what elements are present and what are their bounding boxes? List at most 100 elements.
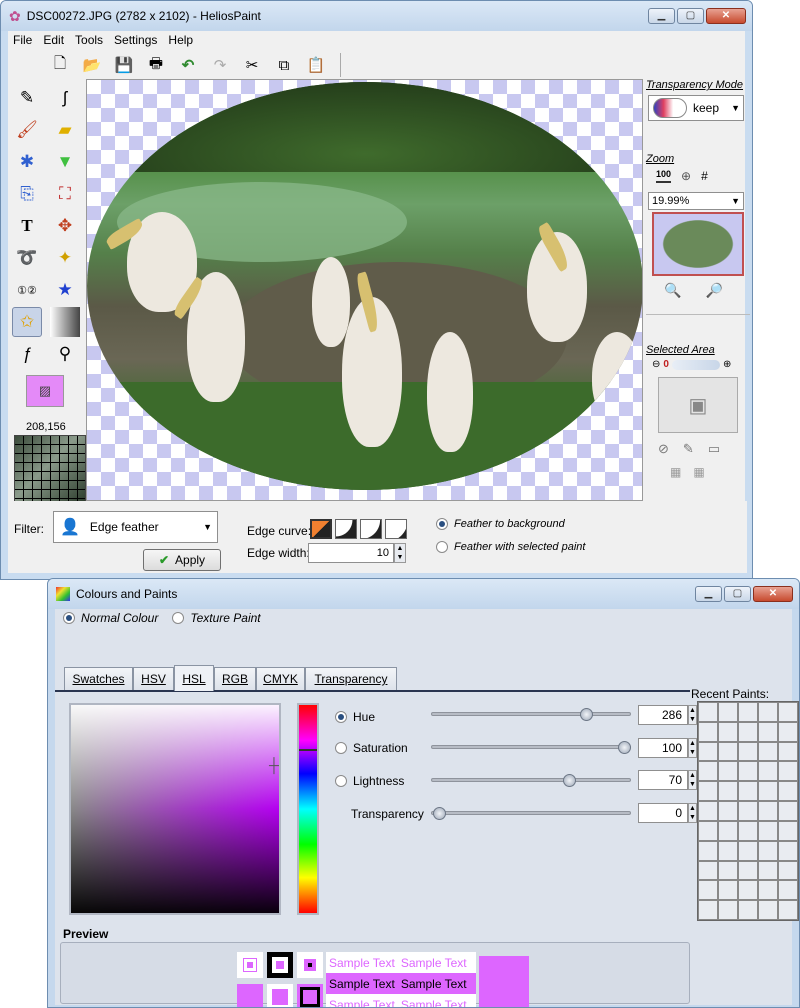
hue-bar[interactable] [297, 703, 319, 915]
feather-zero-icon[interactable]: 0 [663, 359, 669, 370]
hue-slider-track[interactable] [431, 712, 631, 716]
select-move-tool-icon[interactable]: ✥ [50, 211, 80, 241]
lightness-slider-knob[interactable] [563, 774, 576, 787]
lightness-value-input[interactable]: 70 [638, 770, 688, 790]
cut-icon[interactable]: ✂ [240, 53, 264, 77]
menu-edit[interactable]: Edit [43, 33, 64, 47]
paste-icon[interactable]: 📋 [304, 53, 328, 77]
hue-slider-knob[interactable] [580, 708, 593, 721]
colours-close-button[interactable]: ✕ [753, 586, 793, 602]
edge-curve-convex-icon[interactable] [360, 519, 382, 539]
highlighter-tool-icon[interactable]: ▼ [50, 147, 80, 177]
tab-cmyk[interactable]: CMYK [256, 667, 305, 690]
eyedropper-tool-icon[interactable]: ⚲ [50, 339, 80, 369]
edge-width-spinner[interactable]: ▲ ▼ [394, 543, 406, 563]
zoom-in-icon[interactable]: 🔍 [664, 282, 681, 299]
saturation-radio[interactable] [335, 742, 347, 754]
maximize-button[interactable]: ▢ [677, 8, 704, 24]
gradient-tool-icon[interactable] [50, 307, 80, 337]
print-icon[interactable]: 🖶 [144, 53, 168, 77]
gradient-star-tool-icon[interactable]: ✩ [12, 307, 42, 337]
saturation-value-input[interactable]: 100 [638, 738, 688, 758]
grid-icon[interactable]: # [701, 169, 708, 183]
feather-increase-icon[interactable]: ⊕ [723, 359, 731, 370]
selection-edit-icon[interactable]: ✎ [683, 441, 694, 457]
tab-transparency[interactable]: Transparency [305, 667, 397, 690]
selected-area-heading: Selected Area [646, 344, 715, 356]
hue-radio[interactable] [335, 711, 347, 723]
curve-tool-icon[interactable]: ʃ [50, 83, 80, 113]
menu-settings[interactable]: Settings [114, 33, 157, 47]
selection-clear-icon[interactable]: ▭ [708, 441, 720, 457]
tab-swatches[interactable]: Swatches [64, 667, 133, 690]
copy-icon[interactable]: ⧉ [272, 53, 296, 77]
transparency-slider-track[interactable] [431, 811, 631, 815]
zoom-out-icon[interactable]: 🔎 [705, 282, 722, 299]
new-icon[interactable]: 🗋 [48, 53, 72, 77]
number-tool-icon[interactable]: ①② [12, 275, 42, 305]
open-icon[interactable]: 📂 [80, 53, 104, 77]
selection-invert-icon[interactable]: ⊘ [658, 441, 669, 457]
colours-maximize-button[interactable]: ▢ [724, 586, 751, 602]
undo-icon[interactable]: ↶ [176, 53, 200, 77]
pencil-tool-icon[interactable]: ✎ [12, 83, 42, 113]
lightness-slider-track[interactable] [431, 778, 631, 782]
selection-paste-icon[interactable]: ▦ [693, 465, 704, 479]
menu-file[interactable]: File [13, 33, 32, 47]
transparency-slider-knob[interactable] [433, 807, 446, 820]
brush-tool-icon[interactable]: 🖌 [12, 115, 42, 145]
hue-value-input[interactable]: 286 [638, 705, 688, 725]
edge-width-input[interactable]: 10 [308, 543, 394, 563]
close-button[interactable]: ✕ [706, 8, 746, 24]
save-icon[interactable]: 💾 [112, 53, 136, 77]
magic-wand-icon[interactable]: ✦ [50, 243, 80, 273]
fill-tool-icon[interactable]: ⛶ [50, 179, 80, 209]
image-canvas[interactable] [86, 79, 643, 501]
zoom-100-icon[interactable]: 100 [656, 169, 672, 183]
menu-help[interactable]: Help [168, 33, 193, 47]
selection-copy-icon[interactable]: ▦ [670, 465, 681, 479]
lightness-radio[interactable] [335, 775, 347, 787]
transparency-spinner[interactable]: ▲ ▼ [688, 803, 697, 823]
saturation-spinner[interactable]: ▲ ▼ [688, 738, 697, 758]
edge-curve-linear-icon[interactable] [310, 519, 332, 539]
eraser-tool-icon[interactable]: ▰ [50, 115, 80, 145]
fit-to-window-icon[interactable]: ⊕ [681, 169, 691, 183]
saturation-slider-track[interactable] [431, 745, 631, 749]
zoom-select[interactable]: 19.99% ▼ [648, 192, 744, 210]
colours-minimize-button[interactable]: ▁ [695, 586, 722, 602]
texture-paint-radio[interactable] [172, 612, 185, 624]
feather-paint-radio[interactable] [436, 541, 448, 553]
feather-background-radio[interactable] [436, 518, 448, 530]
current-paint-swatch[interactable]: ▨ [26, 375, 64, 407]
clone-tool-icon[interactable]: ⎘ [12, 179, 42, 209]
saturation-slider-knob[interactable] [618, 741, 631, 754]
redo-icon[interactable]: ↷ [208, 53, 232, 77]
tab-rgb[interactable]: RGB [214, 667, 256, 690]
recent-paints-grid[interactable] [697, 701, 799, 921]
spray-tool-icon[interactable]: ✱ [12, 147, 42, 177]
transparency-mode-icon [653, 98, 687, 118]
apply-button[interactable]: ✔ Apply [143, 549, 221, 571]
filter-tool-icon[interactable]: ƒ [12, 339, 42, 369]
tab-hsl[interactable]: HSL [174, 665, 214, 691]
edge-curve-sharp-icon[interactable] [385, 519, 407, 539]
shapes-tool-icon[interactable]: ★ [50, 275, 80, 305]
transparency-value-input[interactable]: 0 [638, 803, 688, 823]
hue-spinner[interactable]: ▲ ▼ [688, 705, 697, 725]
filter-select[interactable]: 👤 Edge feather ▼ [53, 511, 218, 543]
minimize-button[interactable]: ▁ [648, 8, 675, 24]
normal-colour-radio[interactable] [63, 612, 75, 624]
saturation-lightness-picker[interactable]: ┼ [69, 703, 281, 915]
edge-curve-concave-icon[interactable] [335, 519, 357, 539]
menu-tools[interactable]: Tools [75, 33, 103, 47]
feather-decrease-icon[interactable]: ⊖ [652, 359, 660, 370]
tab-hsv[interactable]: HSV [133, 667, 174, 690]
lasso-tool-icon[interactable]: ➰ [12, 243, 42, 273]
lightness-spinner[interactable]: ▲ ▼ [688, 770, 697, 790]
transparency-mode-select[interactable]: keep ▼ [648, 95, 744, 121]
tab-underline [55, 690, 690, 692]
feather-slider-icon[interactable] [671, 359, 720, 370]
selection-options-icon[interactable]: ▣ [658, 377, 738, 433]
text-tool-icon[interactable]: T [12, 211, 42, 241]
